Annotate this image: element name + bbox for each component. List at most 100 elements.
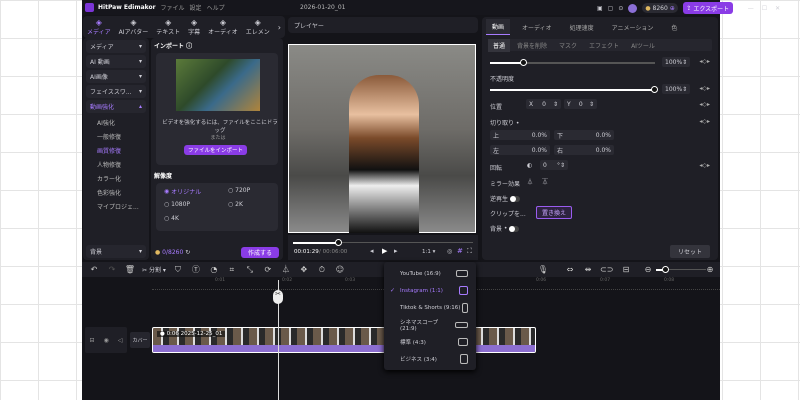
zoom-slider[interactable] bbox=[656, 266, 706, 273]
properties-tab[interactable]: 動画 bbox=[486, 19, 511, 35]
play-icon[interactable]: ▶ bbox=[382, 247, 387, 255]
face-icon[interactable]: ☺ bbox=[334, 265, 346, 274]
menu-settings[interactable]: 設定 bbox=[190, 3, 202, 12]
sidebar-item[interactable]: AI画像 ▾ bbox=[86, 70, 146, 83]
screenshot-icon[interactable]: ◎ bbox=[447, 248, 452, 255]
video-preview[interactable] bbox=[288, 44, 476, 233]
keyframe-icon[interactable]: ◂◇▸ bbox=[699, 58, 710, 65]
reset-button[interactable]: リセット bbox=[669, 245, 710, 258]
info-icon[interactable]: ⓘ bbox=[186, 41, 192, 50]
progress-bar[interactable] bbox=[293, 239, 473, 246]
flip-vertical-icon[interactable]: ⏄ bbox=[542, 177, 548, 186]
split-button[interactable]: ✂ 分割 ▾ bbox=[142, 265, 166, 274]
sidebar-subitem[interactable]: カラー化 bbox=[83, 171, 149, 185]
properties-tab[interactable]: 色 bbox=[665, 20, 683, 35]
resolution-option[interactable]: ○ 4K bbox=[164, 215, 179, 222]
shield-icon[interactable]: ⛉ bbox=[172, 265, 184, 275]
download-icon[interactable]: ⊙ bbox=[618, 5, 623, 12]
sidebar-subitem[interactable]: 画質修復 bbox=[83, 143, 149, 157]
rotate-dial[interactable]: ◐ bbox=[527, 162, 532, 169]
menu-help[interactable]: ヘルプ bbox=[207, 3, 225, 12]
sidebar-item[interactable]: メディア ▾ bbox=[86, 40, 146, 53]
resize-icon[interactable]: ⤡ bbox=[244, 265, 256, 275]
lock-icon[interactable]: ⊟ bbox=[90, 337, 95, 344]
mic-icon[interactable]: 🎙 bbox=[537, 265, 549, 274]
scale-value[interactable]: 100% bbox=[665, 59, 682, 66]
keyframe-icon[interactable]: ◂◇▸ bbox=[699, 101, 710, 108]
rotate-field[interactable]: 0 °⇕ bbox=[540, 160, 568, 170]
properties-subtab[interactable]: AIツール bbox=[626, 39, 660, 52]
opacity-slider[interactable] bbox=[490, 86, 658, 93]
zoom-out-icon[interactable]: ⊖ bbox=[642, 265, 654, 274]
chevron-right-icon[interactable]: › bbox=[278, 23, 281, 32]
tab-avatar[interactable]: ◈ AIアバター bbox=[119, 18, 149, 36]
resolution-option[interactable]: ○ 2K bbox=[228, 201, 243, 208]
drop-zone[interactable]: ビデオを強化するには、ファイルをここにドラッグ または ファイルをインポート bbox=[156, 53, 278, 165]
reverse-toggle[interactable] bbox=[510, 195, 521, 202]
freeze-icon[interactable]: ⏱ bbox=[316, 265, 328, 275]
video-clip[interactable]: ● 0:06 2025-12-25_01 bbox=[152, 327, 536, 353]
sidebar-item[interactable]: 動画強化 ▴ bbox=[86, 100, 146, 113]
import-file-button[interactable]: ファイルをインポート bbox=[184, 145, 247, 155]
unlink-icon[interactable]: ⊂⊃ bbox=[600, 265, 613, 274]
resolution-option[interactable]: ○ 720P bbox=[228, 187, 250, 194]
move-icon[interactable]: ✥ bbox=[298, 265, 310, 274]
ratio-option[interactable]: ビジネス (3:4) bbox=[384, 350, 476, 367]
ratio-option[interactable]: YouTube (16:9) bbox=[384, 265, 476, 282]
minimize-icon[interactable]: — bbox=[748, 5, 754, 12]
eye-icon[interactable]: ◉ bbox=[104, 337, 109, 344]
properties-subtab[interactable]: マスク bbox=[554, 39, 582, 52]
replace-button[interactable]: 置き換え bbox=[536, 206, 573, 219]
sidebar-subitem[interactable]: 色彩強化 bbox=[83, 185, 149, 199]
keyframe-icon[interactable]: ◂◇▸ bbox=[699, 162, 710, 169]
text-box-icon[interactable]: Ⓣ bbox=[190, 264, 202, 275]
flip-horizontal-icon[interactable]: ⏃ bbox=[527, 177, 533, 186]
create-button[interactable]: 作成する bbox=[241, 246, 279, 258]
properties-subtab[interactable]: エフェクト bbox=[584, 39, 624, 52]
fullscreen-icon[interactable]: ⛶ bbox=[467, 247, 472, 256]
link-icon[interactable]: ⇔ bbox=[564, 265, 576, 274]
credits-badge[interactable]: ● 8260 ⊕ bbox=[642, 3, 678, 13]
tab-media[interactable]: ◈ メディア bbox=[87, 18, 111, 36]
split-handle-icon[interactable]: ✂ bbox=[273, 290, 283, 304]
fit-icon[interactable]: ⊟ bbox=[620, 265, 632, 274]
crop-field[interactable]: 左 0.0% bbox=[490, 145, 550, 155]
properties-subtab[interactable]: 普通 bbox=[488, 38, 511, 52]
layout-icon[interactable]: ▣ bbox=[597, 5, 603, 12]
cover-button[interactable]: カバー bbox=[130, 332, 150, 348]
sidebar-subitem[interactable]: マイプロジェ... bbox=[83, 199, 149, 213]
properties-subtab[interactable]: 背景を削除 bbox=[512, 39, 552, 52]
export-button[interactable]: ⇪ エクスポート bbox=[682, 2, 733, 14]
sidebar-item[interactable]: AI 動画 ▾ bbox=[86, 55, 146, 68]
sidebar-subitem[interactable]: 一般修復 bbox=[83, 129, 149, 143]
delete-icon[interactable]: 🗑 bbox=[124, 265, 136, 274]
menu-file[interactable]: ファイル bbox=[161, 3, 185, 12]
scale-slider[interactable] bbox=[490, 59, 655, 66]
feedback-icon[interactable]: ▢ bbox=[608, 5, 614, 12]
position-x[interactable]: X 0 ⇕ bbox=[526, 99, 561, 109]
split-audio-icon[interactable]: ⇹ bbox=[582, 265, 594, 274]
crop-field[interactable]: 下 0.0% bbox=[554, 130, 614, 140]
zoom-in-icon[interactable]: ⊕ bbox=[704, 265, 716, 274]
resolution-option[interactable]: ◉ オリジナル bbox=[164, 187, 201, 196]
refresh-icon[interactable]: ↻ bbox=[185, 249, 190, 256]
ratio-option[interactable]: Tiktok & Shorts (9:16) bbox=[384, 299, 476, 316]
background-toggle[interactable] bbox=[509, 225, 520, 232]
crop-field[interactable]: 右 0.0% bbox=[554, 145, 614, 155]
crop-field[interactable]: 上 0.0% bbox=[490, 130, 550, 140]
resolution-option[interactable]: ○ 1080P bbox=[164, 201, 190, 208]
redo-icon[interactable]: ↷ bbox=[106, 265, 118, 274]
properties-tab[interactable]: 処理速度 bbox=[564, 20, 600, 35]
prev-frame-icon[interactable]: ◂ bbox=[370, 247, 374, 255]
next-frame-icon[interactable]: ▸ bbox=[394, 247, 398, 255]
speed-icon[interactable]: ◔ bbox=[208, 265, 220, 274]
replay-icon[interactable]: ⟳ bbox=[262, 265, 274, 274]
tab-audio[interactable]: ◈ オーディオ bbox=[208, 18, 238, 36]
tab-subtitle[interactable]: ◈ 字幕 bbox=[188, 18, 200, 36]
maximize-icon[interactable]: ☐ bbox=[762, 5, 767, 12]
sidebar-subitem[interactable]: 人物修復 bbox=[83, 157, 149, 171]
position-y[interactable]: Y 0 ⇕ bbox=[564, 99, 597, 109]
tab-text[interactable]: ◈ テキスト bbox=[156, 18, 180, 36]
sidebar-item[interactable]: フェイススワ... ▾ bbox=[86, 85, 146, 98]
properties-tab[interactable]: オーディオ bbox=[516, 20, 558, 35]
